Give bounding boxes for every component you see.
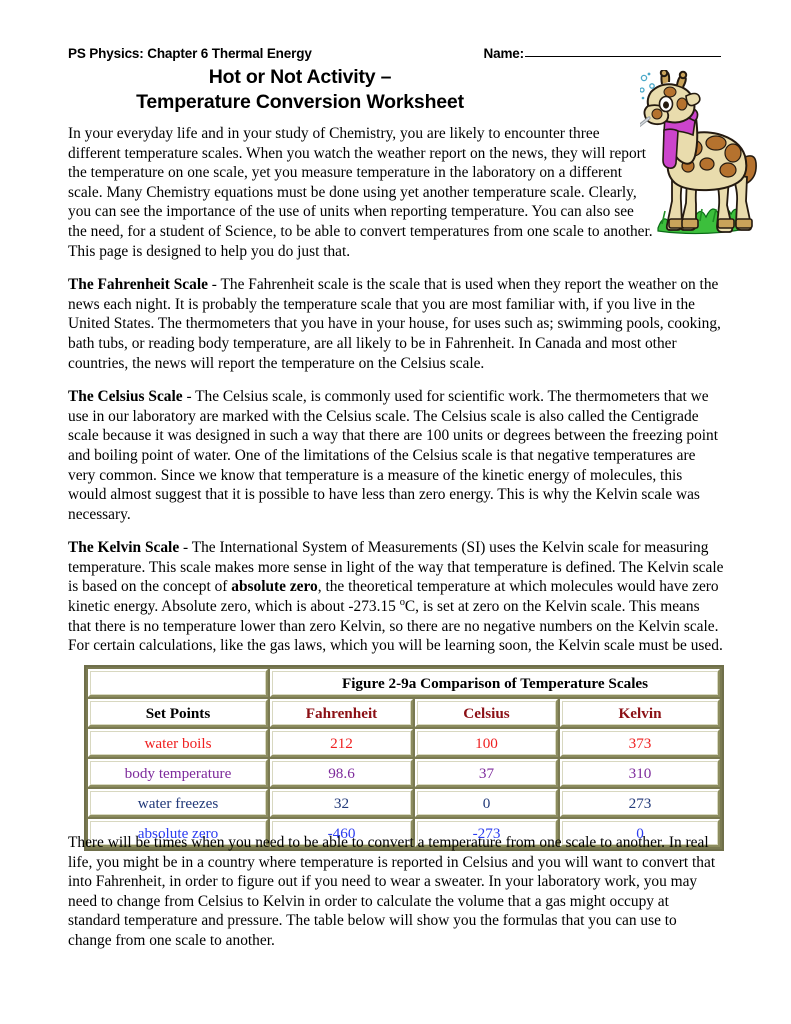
page-title: Hot or Not Activity – Temperature Conver… — [0, 65, 600, 115]
temperature-table-container: Figure 2-9a Comparison of Temperature Sc… — [84, 665, 725, 851]
title-line-1: Hot or Not Activity – — [208, 66, 392, 88]
row-label-water-freezes: water freezes — [88, 789, 268, 817]
paragraph-kelvin: The Kelvin Scale - The International Sys… — [68, 538, 724, 656]
figure-title: Figure 2-9a Comparison of Temperature Sc… — [270, 669, 721, 697]
temperature-comparison-table: Figure 2-9a Comparison of Temperature Sc… — [84, 665, 725, 851]
table-row-figure-title: Figure 2-9a Comparison of Temperature Sc… — [88, 669, 721, 697]
paragraph-fahrenheit: The Fahrenheit Scale - The Fahrenheit sc… — [68, 275, 724, 373]
table-row: body temperature 98.6 37 310 — [88, 759, 721, 787]
cell-water-boils-fahrenheit: 212 — [270, 729, 413, 757]
paragraph-celsius: The Celsius Scale - The Celsius scale, i… — [68, 387, 724, 524]
fahrenheit-heading: The Fahrenheit Scale — [68, 276, 208, 294]
column-header-fahrenheit: Fahrenheit — [270, 699, 413, 727]
table-row-headers: Set Points Fahrenheit Celsius Kelvin — [88, 699, 721, 727]
cell-body-temperature-fahrenheit: 98.6 — [270, 759, 413, 787]
cell-body-temperature-celsius: 37 — [415, 759, 558, 787]
cell-water-boils-celsius: 100 — [415, 729, 558, 757]
paragraph-intro: In your everyday life and in your study … — [68, 125, 653, 260]
column-header-celsius: Celsius — [415, 699, 558, 727]
cell-water-freezes-celsius: 0 — [415, 789, 558, 817]
column-header-kelvin: Kelvin — [560, 699, 721, 727]
celsius-body: - The Celsius scale, is commonly used fo… — [68, 388, 719, 523]
name-write-in-line[interactable] — [525, 56, 721, 57]
kelvin-heading: The Kelvin Scale — [68, 539, 180, 557]
name-label: Name: — [483, 46, 524, 61]
worksheet-body: In your everyday life and in your study … — [68, 124, 724, 670]
header-color-swatch — [88, 669, 268, 697]
course-title: PS Physics: Chapter 6 Thermal Energy — [68, 46, 312, 61]
celsius-heading: The Celsius Scale — [68, 388, 183, 406]
title-line-2: Temperature Conversion Worksheet — [136, 91, 464, 113]
row-label-body-temperature: body temperature — [88, 759, 268, 787]
table-row: water boils 212 100 373 — [88, 729, 721, 757]
row-label-water-boils: water boils — [88, 729, 268, 757]
paragraph-closing: There will be times when you need to be … — [68, 834, 716, 949]
closing-section: There will be times when you need to be … — [68, 833, 724, 965]
page-header: PS Physics: Chapter 6 Thermal Energy Nam… — [68, 46, 723, 61]
worksheet-page: PS Physics: Chapter 6 Thermal Energy Nam… — [0, 0, 791, 1024]
cell-body-temperature-kelvin: 310 — [560, 759, 721, 787]
table-row: water freezes 32 0 273 — [88, 789, 721, 817]
cell-water-freezes-kelvin: 273 — [560, 789, 721, 817]
cell-water-freezes-fahrenheit: 32 — [270, 789, 413, 817]
column-header-set-points: Set Points — [88, 699, 268, 727]
cell-water-boils-kelvin: 373 — [560, 729, 721, 757]
name-field-block: Name: — [483, 46, 721, 61]
absolute-zero-term: absolute zero — [231, 578, 318, 596]
